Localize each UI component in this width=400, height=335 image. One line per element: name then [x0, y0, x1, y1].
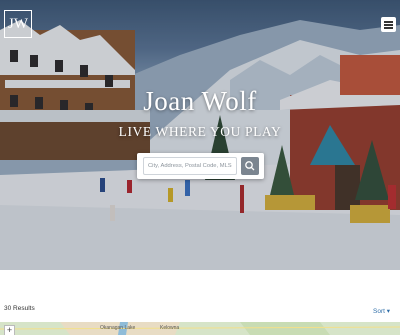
sort-dropdown[interactable]: Sort ▾	[373, 307, 390, 315]
hamburger-menu-button[interactable]	[381, 17, 396, 32]
search-form	[137, 153, 264, 179]
map-label: Kelowna	[160, 325, 180, 331]
map-zoom-in-button[interactable]: +	[4, 325, 15, 335]
map-terrain	[0, 322, 400, 335]
hamburger-icon-line	[384, 27, 393, 29]
hero-section: JW Joan Wolf LIVE WHERE YOU PLAY	[0, 0, 400, 270]
search-icon	[245, 161, 255, 171]
hamburger-icon-line	[384, 24, 393, 26]
site-logo[interactable]: JW	[4, 10, 32, 38]
search-input[interactable]	[143, 157, 237, 175]
hamburger-icon	[384, 21, 393, 23]
map-label: Okanagan Lake	[100, 325, 136, 331]
results-map[interactable]: + Okanagan Lake Kelowna	[0, 322, 400, 335]
site-title: Joan Wolf	[143, 86, 257, 116]
search-button[interactable]	[241, 157, 259, 175]
site-tagline: LIVE WHERE YOU PLAY	[118, 124, 282, 139]
results-count: 30 Results	[4, 305, 35, 312]
